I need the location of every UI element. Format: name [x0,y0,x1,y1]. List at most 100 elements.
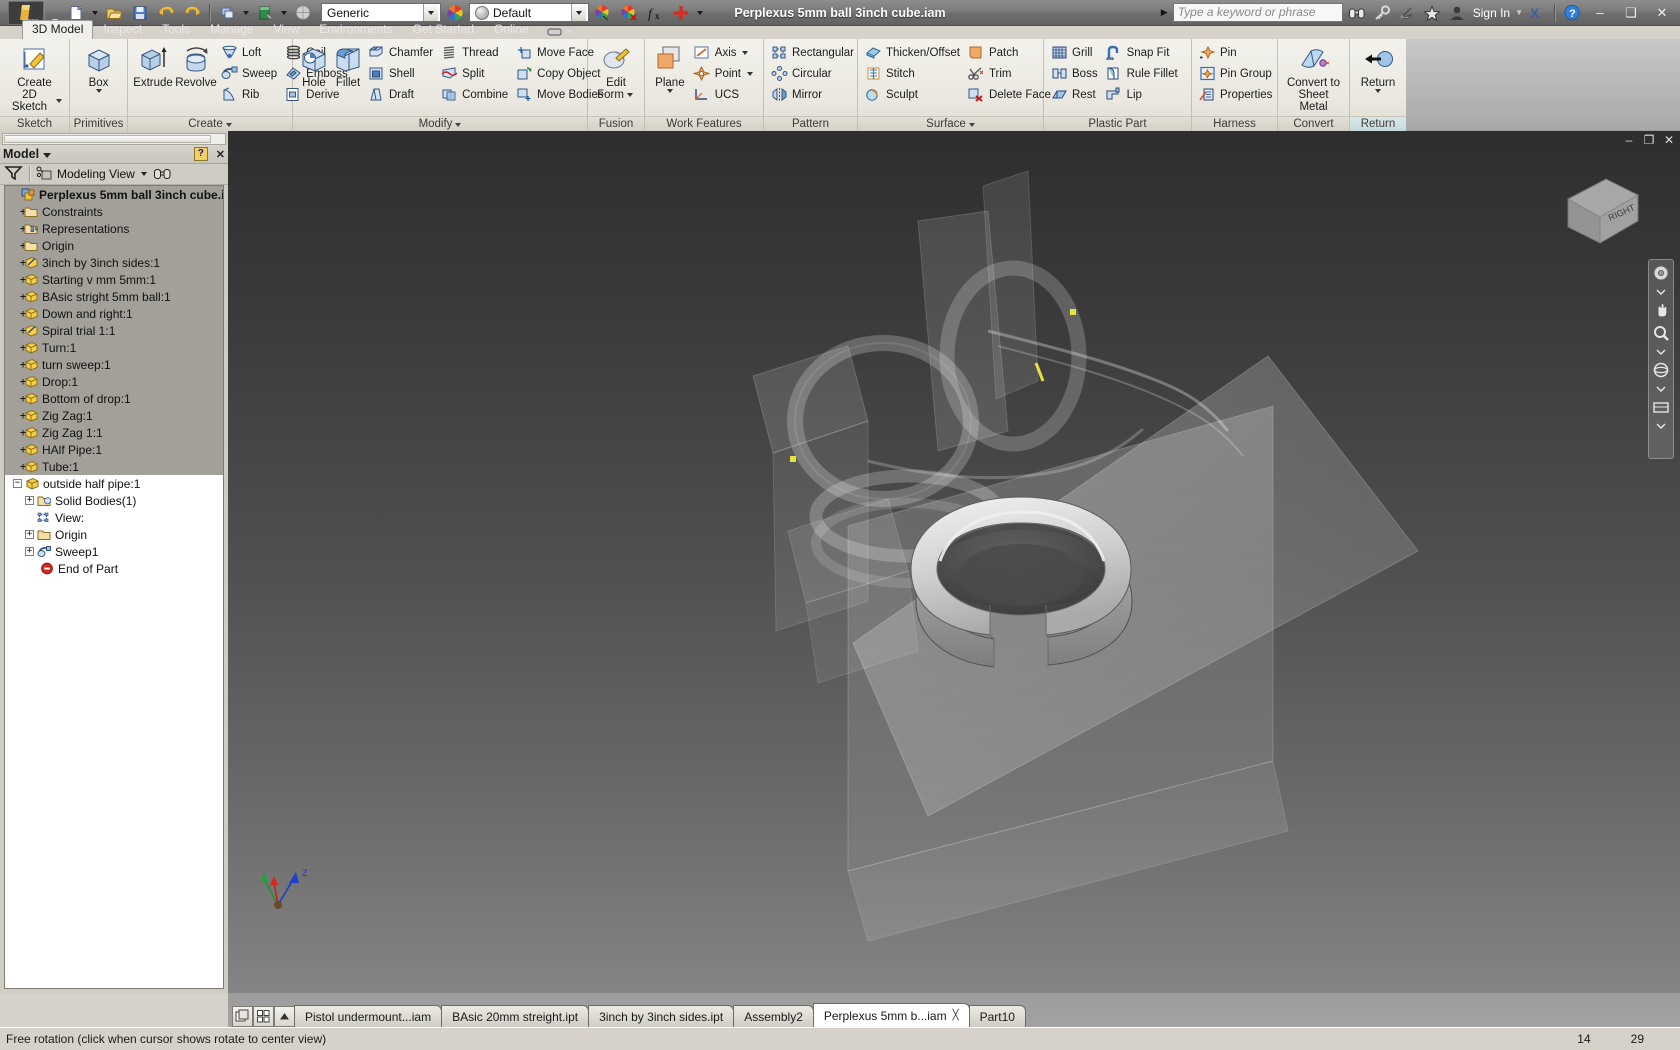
sign-in-link[interactable]: Sign In [1471,6,1512,20]
panel-modify-expand[interactable] [455,117,461,132]
tree-node-drop[interactable]: + Drop:1 [5,373,223,390]
fillet-button[interactable]: Fillet [331,42,365,92]
shell-button[interactable]: Shell [365,63,438,84]
ucs-button[interactable]: UCS [691,84,759,105]
document-tab-part10[interactable]: Part10 [968,1005,1026,1027]
combine-button[interactable]: Combine [438,84,513,105]
tree-node-tube[interactable]: + Tube:1 [5,458,223,475]
edit-form-dropdown[interactable] [626,93,635,97]
tree-node-starting-v-mm-5mm[interactable]: + Starting v mm 5mm:1 [5,271,223,288]
appearance-picker-icon[interactable] [591,2,615,24]
tree-node-sweep1[interactable]: + Sweep1 [5,543,223,560]
tree-node-turn-sweep[interactable]: + turn sweep:1 [5,356,223,373]
tree-expander[interactable]: + [23,528,36,541]
tree-expander[interactable]: + [7,341,27,354]
search-binoculars-icon[interactable] [1346,2,1368,24]
tree-expander[interactable]: + [7,460,27,473]
point-dropdown[interactable] [745,72,754,76]
tree-expander[interactable]: + [7,324,27,337]
viewport-minimize-button[interactable]: – [1622,133,1636,147]
fx-parameters-icon[interactable]: fx [643,2,667,24]
properties-button[interactable]: Properties [1196,84,1277,105]
revolve-button[interactable]: Revolve [174,42,218,92]
tree-expander[interactable]: + [7,375,27,388]
tree-node-turn[interactable]: + Turn:1 [5,339,223,356]
tree-expander[interactable]: + [7,392,27,405]
viewport-restore-button[interactable]: ❐ [1642,133,1656,147]
tree-node-assembly-root[interactable]: Perplexus 5mm ball 3inch cube.iam [5,186,223,203]
user-account-icon[interactable] [1446,2,1468,24]
document-tab-basic-20mm-streight[interactable]: BAsic 20mm streight.ipt [441,1005,590,1027]
maximize-button[interactable]: ❑ [1617,3,1645,23]
tree-expander[interactable]: + [7,273,27,286]
tree-node-basic-stright-5mm-ball[interactable]: + BAsic stright 5mm ball:1 [5,288,223,305]
mirror-button[interactable]: Mirror [768,84,859,105]
tile-windows-button[interactable] [253,1005,274,1027]
create-2d-sketch-button[interactable]: Create 2D Sketch [4,42,65,116]
tree-node-view[interactable]: View: [5,509,223,526]
clear-appearance-icon[interactable] [617,2,641,24]
help-icon[interactable]: ? [1561,2,1583,24]
document-tab-pistol-undermount[interactable]: Pistol undermount...iam [294,1005,443,1027]
tab-view[interactable]: View [263,20,309,39]
appearance-combo-arrow[interactable] [571,4,586,21]
steering-wheel-icon[interactable] [1651,264,1671,282]
browser-title-dropdown[interactable] [43,147,51,161]
pin-group-button[interactable]: Pin Group [1196,63,1277,84]
tree-expander[interactable]: + [23,494,36,507]
thicken-offset-button[interactable]: Thicken/Offset [862,42,965,63]
tab-3d-model[interactable]: 3D Model [22,20,94,39]
look-at-icon[interactable] [1651,398,1671,416]
axis-button[interactable]: Axis [691,42,759,63]
find-binoculars-icon[interactable] [153,166,172,183]
search-input[interactable]: Type a keyword or phrase [1172,3,1343,22]
tab-online[interactable]: Online [484,20,539,39]
close-icon[interactable]: ╳ [953,1010,959,1021]
draft-button[interactable]: Draft [365,84,438,105]
tree-node-origin[interactable]: + Origin [5,237,223,254]
convert-sheet-metal-button[interactable]: Convert to Sheet Metal [1282,42,1345,116]
zoom-magnifier-icon[interactable] [1651,324,1671,342]
loft-button[interactable]: Loft [218,42,282,63]
axis-dropdown[interactable] [741,51,750,55]
tab-environments[interactable]: Environments [309,20,402,39]
tree-expander[interactable]: + [7,222,27,235]
sign-in-caret[interactable]: ▼ [1515,8,1523,17]
tab-tools[interactable]: Tools [152,20,200,39]
rest-button[interactable]: Rest [1048,84,1103,105]
delete-face-button[interactable]: Delete Face [965,84,1056,105]
browser-help-button[interactable]: ? [193,147,208,161]
return-button[interactable]: Return [1354,42,1402,96]
tree-node-bottom-of-drop[interactable]: + Bottom of drop:1 [5,390,223,407]
sculpt-button[interactable]: Sculpt [862,84,965,105]
material-combo-arrow[interactable] [423,4,438,21]
document-tab-assembly2[interactable]: Assembly2 [733,1005,814,1027]
split-button[interactable]: Split [438,63,513,84]
box-button[interactable]: Box [74,42,123,96]
edit-form-button[interactable]: Edit Form [592,42,640,104]
favorites-star-icon[interactable] [1421,2,1443,24]
pin-button[interactable]: Pin [1196,42,1277,63]
pan-hand-icon[interactable] [1651,301,1671,319]
create-2d-sketch-dropdown[interactable] [55,99,63,103]
rib-button[interactable]: Rib [218,84,282,105]
panel-surface-expand[interactable] [969,117,975,132]
trim-button[interactable]: Trim [965,63,1056,84]
model-tree[interactable]: Perplexus 5mm ball 3inch cube.iam + Cons… [4,185,224,989]
patch-button[interactable]: Patch [965,42,1056,63]
infocenter-expand-caret[interactable]: ▶ [1161,7,1168,18]
tree-node-down-and-right[interactable]: + Down and right:1 [5,305,223,322]
modeling-view-selector[interactable]: Modeling View [36,166,147,183]
tree-expander[interactable]: + [7,290,27,303]
panel-create-expand[interactable] [226,117,232,132]
lip-button[interactable]: Lip [1103,84,1183,105]
boss-button[interactable]: Boss [1048,63,1103,84]
tree-node-origin-part[interactable]: + Origin [5,526,223,543]
stitch-button[interactable]: Stitch [862,63,965,84]
tab-inspect[interactable]: Inspect [93,20,152,39]
tab-get-started[interactable]: Get Started [403,20,484,39]
add-plus-icon[interactable] [669,2,693,24]
tree-expander[interactable]: + [7,256,27,269]
navigation-bar[interactable] [1648,259,1674,459]
ribbon-minimize-control[interactable] [539,25,580,39]
